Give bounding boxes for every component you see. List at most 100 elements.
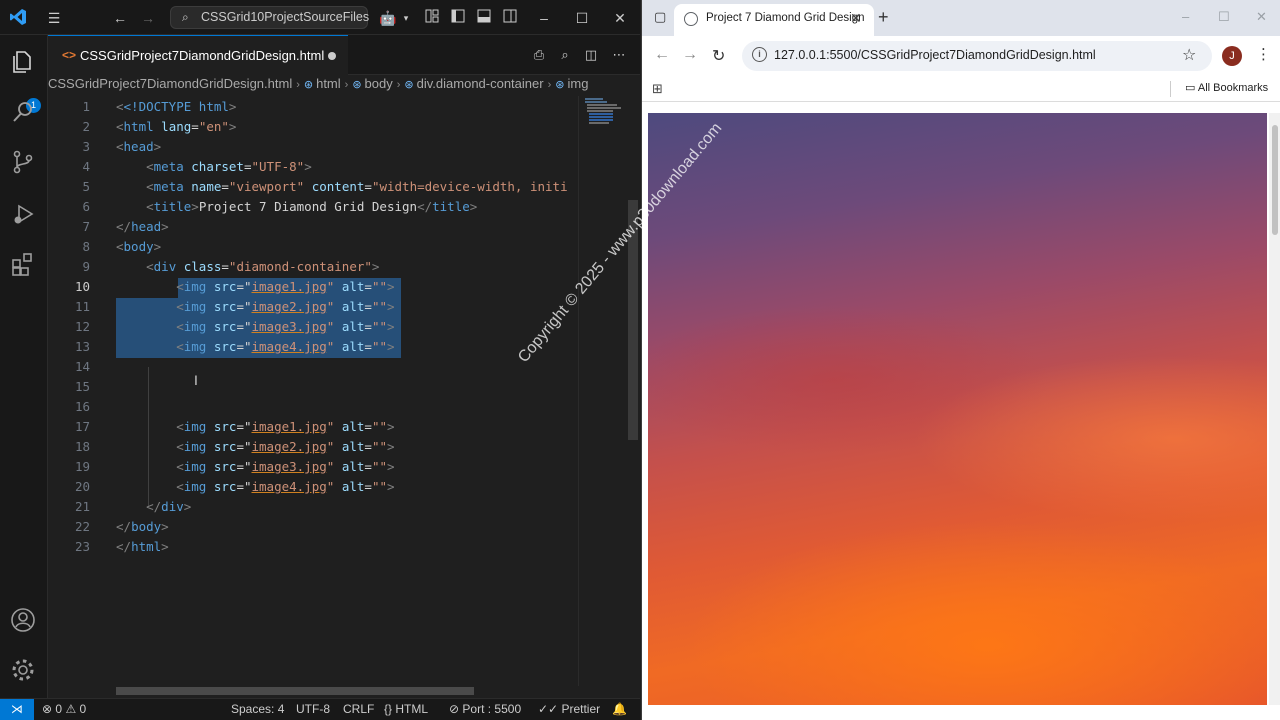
maximize-icon[interactable]: ☐ [1218, 9, 1230, 25]
page-content-sunset-image [648, 113, 1267, 705]
search-preview-icon[interactable]: ⌕ [556, 46, 574, 64]
html-file-icon: <> [62, 48, 77, 62]
minimize-icon[interactable]: – [534, 8, 554, 28]
double-check-icon: ✓✓ [538, 702, 559, 716]
scrollbar-thumb[interactable] [1272, 125, 1278, 235]
toggle-panel-icon[interactable] [474, 8, 494, 28]
editor-tab-bar: <> CSSGridProject7DiamondGridDesign.html… [48, 35, 640, 75]
extensions-icon[interactable] [10, 251, 38, 279]
live-server-status[interactable]: ⊘ Port : 5500 [449, 699, 521, 719]
copilot-icon[interactable]: 🤖 [378, 8, 398, 28]
command-center-search[interactable]: ⌕ CSSGrid10ProjectSourceFiles [170, 6, 370, 29]
code-line: 20 <img src="image4.jpg" alt=""> [74, 479, 395, 494]
open-preview-icon[interactable]: ⎙ [530, 46, 548, 64]
code-line: 18 <img src="image2.jpg" alt=""> [74, 439, 395, 454]
element-icon: ⊛ [404, 79, 414, 91]
code-line: 17 <img src="image1.jpg" alt=""> [74, 419, 395, 434]
prettier-status[interactable]: ✓✓ Prettier [538, 699, 600, 719]
code-line: 2 <html lang="en"> [82, 119, 237, 134]
close-icon[interactable]: ✕ [610, 8, 630, 28]
minimize-icon[interactable]: – [1182, 9, 1189, 24]
chrome-tab-title: Project 7 Diamond Grid Design [706, 12, 865, 24]
maximize-icon[interactable]: ☐ [572, 8, 592, 28]
horizontal-scrollbar[interactable] [116, 687, 474, 695]
reload-icon[interactable]: ↻ [712, 46, 725, 66]
code-line: 22 </body> [74, 519, 169, 534]
back-arrow-icon[interactable]: ← [110, 8, 130, 28]
search-icon: ⌕ [182, 10, 189, 24]
eol-status[interactable]: CRLF [343, 699, 374, 719]
element-icon: ⊛ [352, 79, 362, 91]
editor-tab[interactable]: <> CSSGridProject7DiamondGridDesign.html [48, 35, 348, 75]
element-icon: ⊛ [555, 79, 565, 91]
code-line: 19 <img src="image3.jpg" alt=""> [74, 459, 395, 474]
toggle-secondary-sidebar-icon[interactable] [500, 8, 520, 28]
indentation-status[interactable]: Spaces: 4 [231, 699, 284, 719]
breadcrumb-html[interactable]: html [316, 76, 341, 91]
folder-icon: ▭ [1185, 82, 1196, 94]
bookmark-star-icon[interactable]: ☆ [1182, 45, 1196, 65]
breadcrumb-div[interactable]: div.diamond-container [417, 76, 544, 91]
code-line: 5 <meta name="viewport" content="width=d… [82, 179, 568, 194]
text-cursor-icon: I [194, 372, 198, 388]
page-scrollbar[interactable] [1269, 113, 1280, 705]
command-center-label: CSSGrid10ProjectSourceFiles [201, 10, 370, 24]
chevron-down-icon[interactable]: ▾ [396, 8, 416, 28]
code-line: 15 [74, 379, 90, 394]
divider [1170, 81, 1171, 97]
encoding-status[interactable]: UTF-8 [296, 699, 330, 719]
minimap[interactable] [578, 96, 628, 686]
breadcrumb-file[interactable]: CSSGridProject7DiamondGridDesign.html [48, 76, 292, 91]
close-icon[interactable]: ✕ [1256, 9, 1267, 25]
address-url: 127.0.0.1:5500/CSSGridProject7DiamondGri… [774, 48, 1096, 62]
menu-icon[interactable]: ☰ [44, 8, 64, 28]
warning-icon: ⚠ [65, 702, 77, 716]
avatar[interactable]: J [1222, 46, 1242, 66]
code-line: 14 [74, 359, 90, 374]
breadcrumb-body[interactable]: body [365, 76, 393, 91]
site-info-icon[interactable]: i [752, 47, 767, 62]
forward-arrow-icon[interactable]: → [138, 8, 158, 28]
remote-icon[interactable]: ⋊ [0, 699, 34, 720]
language-status[interactable]: {} HTML [384, 699, 428, 719]
explorer-icon[interactable] [10, 49, 38, 77]
breadcrumb-img[interactable]: img [567, 76, 588, 91]
customize-layout-icon[interactable] [422, 8, 442, 28]
toggle-primary-sidebar-icon[interactable] [448, 8, 468, 28]
vscode-window: ☰ ← → ⌕ CSSGrid10ProjectSourceFiles 🤖 ▾ … [0, 0, 640, 720]
code-line-current: 10 <img src="image1.jpg" alt=""> [74, 279, 395, 294]
code-editor[interactable]: 1 <<!DOCTYPE html> 2 <html lang="en"> 3 <he… [48, 96, 628, 686]
code-line: 4 <meta charset="UTF-8"> [82, 159, 312, 174]
address-bar[interactable]: i 127.0.0.1:5500/CSSGridProject7DiamondG… [742, 41, 1212, 71]
bookmarks-bar: ⊞ ▭ All Bookmarks [642, 76, 1280, 102]
all-bookmarks-button[interactable]: ▭ All Bookmarks [1185, 81, 1268, 94]
tab-search-icon[interactable]: ▢ [654, 9, 666, 25]
code-line: 23 </html> [74, 539, 169, 554]
code-line: 6 <title>Project 7 Diamond Grid Design</… [82, 199, 478, 214]
code-line: 11 <img src="image2.jpg" alt=""> [74, 299, 395, 314]
run-debug-icon[interactable] [10, 201, 38, 229]
chrome-window: ▢ Project 7 Diamond Grid Design ✕ + – ☐ … [641, 0, 1280, 720]
gear-icon[interactable] [10, 657, 38, 685]
problems-status[interactable]: ⊗ 0 ⚠ 0 [42, 699, 86, 719]
kebab-menu-icon[interactable]: ⋮ [1256, 45, 1271, 63]
new-tab-icon[interactable]: + [878, 7, 889, 28]
chrome-tab-strip: ▢ Project 7 Diamond Grid Design ✕ + – ☐ … [642, 0, 1280, 36]
more-actions-icon[interactable]: ⋯ [610, 46, 628, 64]
search-icon[interactable] [10, 99, 38, 127]
split-editor-icon[interactable]: ◫ [582, 46, 600, 64]
accounts-icon[interactable] [10, 607, 38, 635]
source-control-icon[interactable] [10, 149, 38, 177]
code-line: 21 </div> [74, 499, 192, 514]
chrome-tab[interactable]: Project 7 Diamond Grid Design ✕ [674, 4, 874, 36]
back-arrow-icon[interactable]: ← [654, 46, 670, 64]
forward-arrow-icon[interactable]: → [682, 46, 698, 64]
screen: ☰ ← → ⌕ CSSGrid10ProjectSourceFiles 🤖 ▾ … [0, 0, 1280, 720]
close-tab-icon[interactable]: ✕ [850, 10, 862, 27]
bell-icon[interactable]: 🔔 [612, 699, 627, 719]
apps-grid-icon[interactable]: ⊞ [652, 81, 663, 97]
unsaved-dot-icon[interactable] [328, 52, 336, 60]
vscode-titlebar: ☰ ← → ⌕ CSSGrid10ProjectSourceFiles 🤖 ▾ … [0, 0, 640, 35]
error-icon: ⊗ [42, 702, 53, 716]
chevron-right-icon: › [547, 79, 552, 91]
